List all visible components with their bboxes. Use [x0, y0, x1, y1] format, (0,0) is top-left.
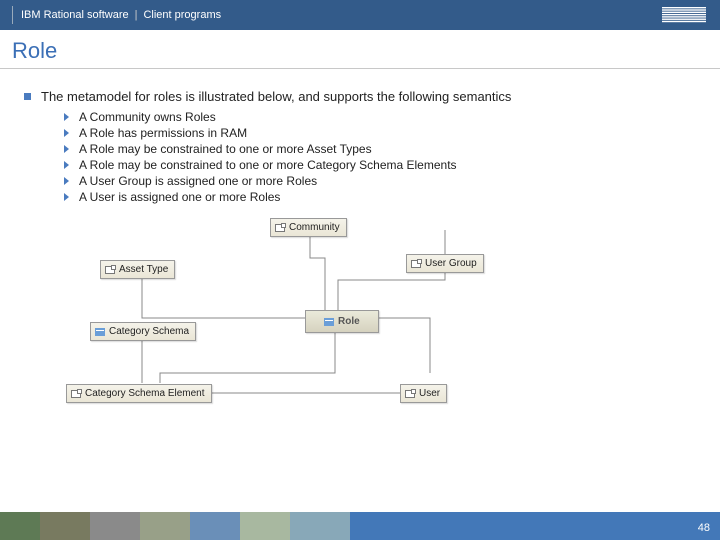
square-bullet-icon — [24, 93, 31, 100]
list-item: A Role has permissions in RAM — [64, 126, 696, 140]
uml-box-asset-type: Asset Type — [100, 260, 175, 279]
header-section: Client programs — [143, 9, 221, 21]
class-icon — [405, 390, 415, 398]
category-icon — [95, 328, 105, 336]
ibm-logo-icon — [662, 7, 706, 26]
uml-label: Category Schema Element — [85, 388, 205, 399]
footer-tile — [140, 512, 190, 540]
footer-tile — [290, 512, 350, 540]
footer-tile — [0, 512, 40, 540]
list-item: A Role may be constrained to one or more… — [64, 158, 696, 172]
arrow-bullet-icon — [64, 177, 69, 185]
header-product: IBM Rational software — [21, 9, 129, 21]
uml-box-community: Community — [270, 218, 347, 237]
footer-tile — [40, 512, 90, 540]
class-icon — [105, 266, 115, 274]
list-item: A Community owns Roles — [64, 110, 696, 124]
list-item: A User is assigned one or more Roles — [64, 190, 696, 204]
category-icon — [324, 318, 334, 326]
list-item: A User Group is assigned one or more Rol… — [64, 174, 696, 188]
uml-diagram: Community Asset Type User Group Category… — [60, 218, 660, 428]
class-icon — [411, 260, 421, 268]
page-number: 48 — [698, 522, 710, 534]
slide-title: Role — [0, 30, 720, 64]
uml-box-category-schema: Category Schema — [90, 322, 196, 341]
arrow-bullet-icon — [64, 193, 69, 201]
arrow-bullet-icon — [64, 113, 69, 121]
uml-box-user-group: User Group — [406, 254, 484, 273]
slide-header: IBM Rational software | Client programs — [0, 0, 720, 30]
main-bullet-text: The metamodel for roles is illustrated b… — [41, 89, 511, 104]
footer-tile — [90, 512, 140, 540]
uml-label: Community — [289, 222, 340, 233]
footer-spacer — [350, 512, 720, 540]
header-separator: | — [135, 9, 138, 21]
sub-item-text: A Role may be constrained to one or more… — [79, 142, 372, 156]
header-divider — [12, 6, 13, 24]
slide-content: The metamodel for roles is illustrated b… — [0, 69, 720, 428]
sub-item-text: A Community owns Roles — [79, 110, 216, 124]
slide-footer — [0, 512, 720, 540]
uml-box-user: User — [400, 384, 447, 403]
footer-tile — [240, 512, 290, 540]
sub-item-text: A User is assigned one or more Roles — [79, 190, 280, 204]
sub-item-text: A User Group is assigned one or more Rol… — [79, 174, 317, 188]
uml-label: Category Schema — [109, 326, 189, 337]
uml-box-category-schema-element: Category Schema Element — [66, 384, 212, 403]
class-icon — [275, 224, 285, 232]
main-bullet: The metamodel for roles is illustrated b… — [24, 89, 696, 104]
class-icon — [71, 390, 81, 398]
footer-tile — [190, 512, 240, 540]
sub-item-text: A Role may be constrained to one or more… — [79, 158, 457, 172]
sub-item-text: A Role has permissions in RAM — [79, 126, 247, 140]
uml-label: User — [419, 388, 440, 399]
arrow-bullet-icon — [64, 129, 69, 137]
uml-label: Asset Type — [119, 264, 168, 275]
list-item: A Role may be constrained to one or more… — [64, 142, 696, 156]
arrow-bullet-icon — [64, 161, 69, 169]
uml-label: Role — [338, 316, 360, 327]
arrow-bullet-icon — [64, 145, 69, 153]
sub-bullet-list: A Community owns Roles A Role has permis… — [24, 110, 696, 204]
uml-label: User Group — [425, 258, 477, 269]
uml-box-role: Role — [305, 310, 379, 333]
